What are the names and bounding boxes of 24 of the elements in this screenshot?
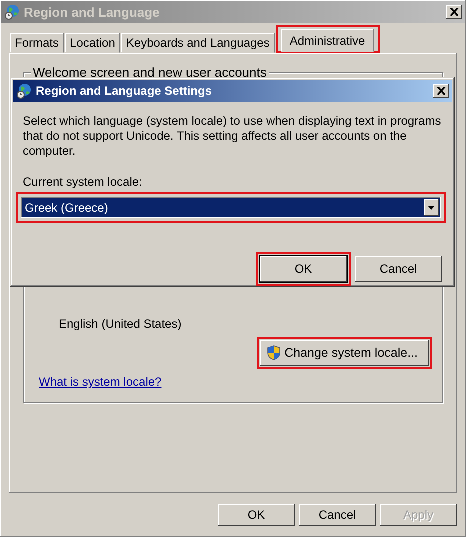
tab[interactable]: Formats [10, 33, 64, 53]
description-text: Select which language (system locale) to use when displaying text in programs that do not support Unicode. This setting affects all user accounts on the computer. [23, 114, 442, 159]
dialog-button[interactable]: OK [218, 504, 295, 526]
tab[interactable]: Keyboards and Languages [121, 33, 275, 53]
globe-icon [4, 4, 20, 20]
tab[interactable]: Administrative [280, 29, 374, 52]
current-language: English (United States) [58, 317, 183, 331]
close-icon [450, 8, 458, 16]
help-link[interactable]: What is system locale? [39, 375, 162, 389]
shield-icon [266, 345, 281, 361]
change-locale-button[interactable]: Change system locale... [260, 340, 429, 366]
close-icon [436, 87, 446, 95]
field-label: Current system locale: [23, 175, 144, 189]
globe-icon [16, 83, 32, 99]
window-title: Region and Language [24, 4, 161, 20]
close-button[interactable] [433, 84, 449, 98]
tab[interactable]: Location [65, 33, 120, 53]
window-title: Region and Language Settings [36, 84, 214, 98]
dialog-button[interactable]: Cancel [299, 504, 376, 526]
dialog-button[interactable]: OK [260, 256, 347, 282]
caret-icon [428, 206, 435, 210]
dropdown-button[interactable] [424, 199, 439, 216]
dialog-button[interactable]: Cancel [355, 256, 442, 282]
locale-dropdown[interactable]: Greek (Greece) [21, 197, 441, 218]
